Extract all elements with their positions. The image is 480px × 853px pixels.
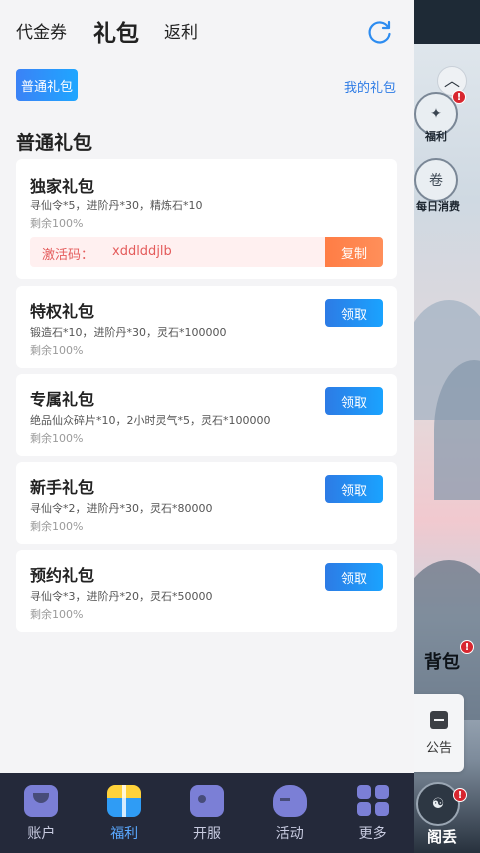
- controller-icon: [272, 785, 307, 817]
- claim-button[interactable]: 领取: [325, 299, 383, 327]
- gift-desc: 绝品仙众碎片*10，2小时灵气*5，灵石*100000: [30, 414, 271, 427]
- nav-label: 开服: [192, 826, 221, 842]
- nav-welfare[interactable]: 福利: [83, 773, 166, 853]
- section-title: 普通礼包: [16, 132, 93, 154]
- notice-label: 公告: [425, 740, 452, 756]
- daily-spend-label: 每日消费: [416, 200, 460, 213]
- claim-button[interactable]: 领取: [325, 475, 383, 503]
- nav-label: 账户: [27, 826, 56, 842]
- gift-name: 独家礼包: [30, 177, 95, 196]
- gift-card-special: 专属礼包 绝品仙众碎片*10，2小时灵气*5，灵石*100000 剩余100% …: [16, 374, 397, 456]
- header: 代金券 礼包 返利: [0, 0, 414, 60]
- nav-activity[interactable]: 活动: [248, 773, 331, 853]
- grid-icon: [356, 785, 390, 817]
- notice-button[interactable]: 公告: [414, 694, 464, 772]
- gift-icon: [107, 785, 142, 817]
- user-icon: [24, 785, 59, 817]
- bottom-nav: 账户 福利 开服 活动 更多: [0, 773, 414, 853]
- gift-name: 特权礼包: [30, 302, 95, 321]
- gift-desc: 寻仙令*2，进阶丹*30，灵石*80000: [30, 502, 213, 515]
- daily-spend-game-icon[interactable]: 卷: [414, 158, 458, 202]
- gift-card-newbie: 新手礼包 寻仙令*2，进阶丹*30，灵石*80000 剩余100% 领取: [16, 462, 397, 544]
- bag-badge: !: [460, 640, 474, 654]
- activation-code-row: 激活码： xddlddjlb 复制: [30, 237, 383, 267]
- notice-icon: [430, 710, 448, 729]
- nav-account[interactable]: 账户: [0, 773, 83, 853]
- pavilion-game-icon[interactable]: ☯: [416, 782, 460, 826]
- gamepad-icon: [189, 785, 224, 817]
- gift-name: 专属礼包: [30, 390, 95, 409]
- nav-server[interactable]: 开服: [166, 773, 249, 853]
- welfare-badge: !: [452, 90, 466, 104]
- gift-card-exclusive: 独家礼包 寻仙令*5，进阶丹*30，精炼石*10 剩余100% 激活码： xdd…: [16, 159, 397, 279]
- activation-code: xddlddjlb: [112, 244, 172, 259]
- normal-gift-chip[interactable]: 普通礼包: [16, 69, 78, 101]
- gift-name: 新手礼包: [30, 478, 95, 497]
- nav-more[interactable]: 更多: [331, 773, 414, 853]
- nav-label: 活动: [275, 826, 304, 842]
- gift-card-reservation: 预约礼包 寻仙令*3，进阶丹*20，灵石*50000 剩余100% 领取: [16, 550, 397, 632]
- gift-remain: 剩余100%: [30, 520, 84, 533]
- gift-desc: 寻仙令*5，进阶丹*30，精炼石*10: [30, 199, 203, 212]
- gift-panel: 代金券 礼包 返利 普通礼包 我的礼包 普通礼包 独家礼包 寻仙令*5，进阶丹*…: [0, 0, 414, 773]
- refresh-icon[interactable]: [366, 19, 393, 46]
- gift-remain: 剩余100%: [30, 217, 84, 230]
- sub-header: 普通礼包 我的礼包: [0, 60, 414, 106]
- nav-label: 更多: [358, 826, 387, 842]
- tab-rebate[interactable]: 返利: [164, 18, 198, 43]
- pavilion-label: 阁丢: [426, 828, 457, 846]
- welfare-label: 福利: [425, 130, 447, 143]
- gift-card-privilege: 特权礼包 锻造石*10，进阶丹*30，灵石*100000 剩余100% 领取: [16, 286, 397, 368]
- gift-remain: 剩余100%: [30, 344, 84, 357]
- my-gift-link[interactable]: 我的礼包: [344, 77, 396, 96]
- gift-desc: 锻造石*10，进阶丹*30，灵石*100000: [30, 326, 227, 339]
- pavilion-badge: !: [453, 788, 467, 802]
- tab-gift[interactable]: 礼包: [93, 14, 139, 48]
- gift-remain: 剩余100%: [30, 608, 84, 621]
- activation-code-label: 激活码：: [42, 248, 95, 263]
- claim-button[interactable]: 领取: [325, 387, 383, 415]
- tab-voucher[interactable]: 代金券: [16, 18, 67, 43]
- copy-button[interactable]: 复制: [325, 237, 383, 267]
- gift-remain: 剩余100%: [30, 432, 84, 445]
- gift-name: 预约礼包: [30, 566, 95, 585]
- claim-button[interactable]: 领取: [325, 563, 383, 591]
- gift-desc: 寻仙令*3，进阶丹*20，灵石*50000: [30, 590, 213, 603]
- nav-label: 福利: [110, 826, 139, 842]
